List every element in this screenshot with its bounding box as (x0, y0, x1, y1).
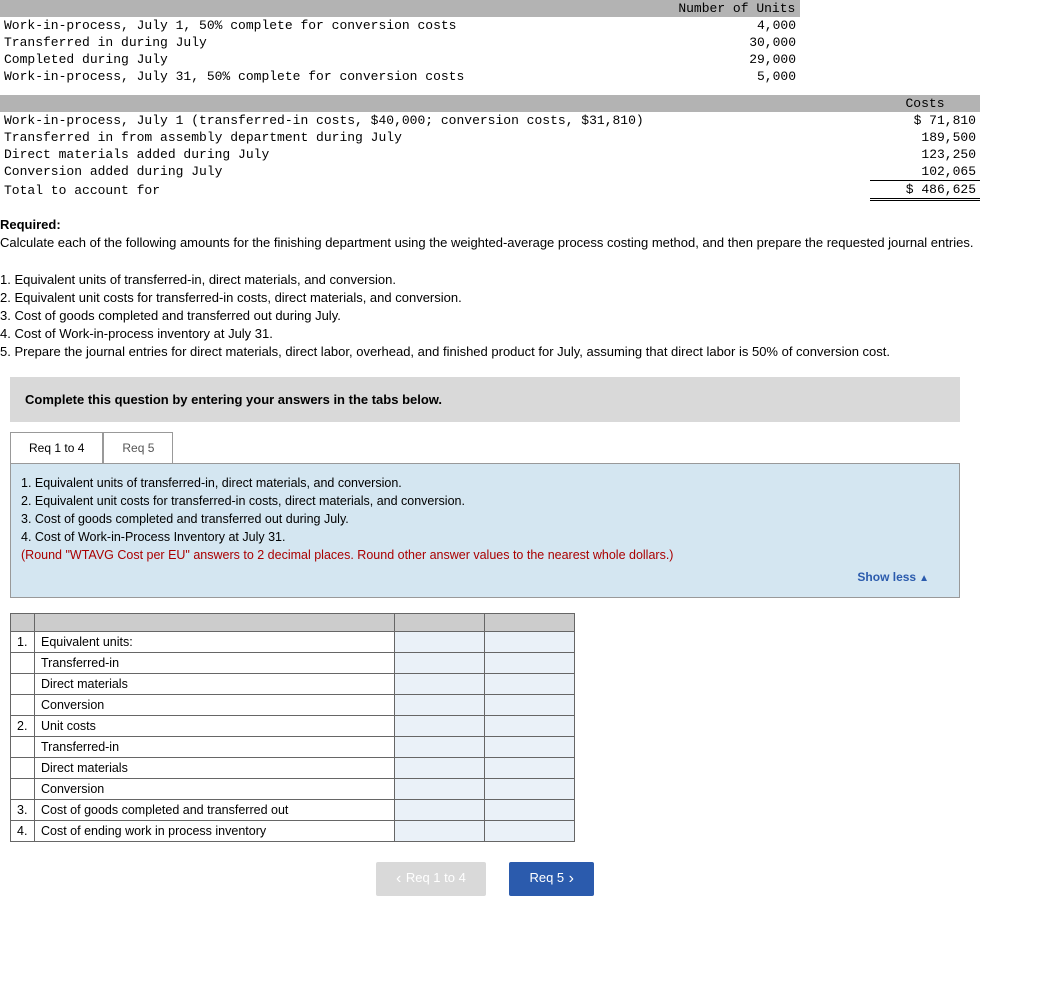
next-button[interactable]: Req 5 (509, 862, 593, 896)
input-eu-ti[interactable] (395, 652, 485, 673)
input-eu-conv[interactable] (395, 694, 485, 715)
input-eu-dm[interactable] (395, 673, 485, 694)
input-cogcto[interactable] (395, 799, 485, 820)
input-eu-blank2[interactable] (485, 631, 575, 652)
tabs-row: Req 1 to 4Req 5 (10, 432, 1048, 463)
input-eu-conv2[interactable] (485, 694, 575, 715)
input-uc-ti2[interactable] (485, 736, 575, 757)
show-less-toggle[interactable]: Show less (21, 569, 949, 587)
input-uc-conv[interactable] (395, 778, 485, 799)
costs-table: Costs Work-in-process, July 1 (transferr… (0, 95, 980, 201)
input-uc-conv2[interactable] (485, 778, 575, 799)
input-endwip[interactable] (395, 820, 485, 841)
input-uc-dm2[interactable] (485, 757, 575, 778)
tab-req-1-4[interactable]: Req 1 to 4 (10, 432, 103, 463)
required-section: Required: Calculate each of the followin… (0, 211, 1048, 367)
answers-table: 1.Equivalent units: Transferred-in Direc… (10, 613, 575, 842)
required-intro: Calculate each of the following amounts … (0, 234, 1048, 252)
input-uc-ti[interactable] (395, 736, 485, 757)
units-table: Number of Units Work-in-process, July 1,… (0, 0, 800, 85)
input-uc-blank2[interactable] (485, 715, 575, 736)
input-endwip2[interactable] (485, 820, 575, 841)
input-eu-ti2[interactable] (485, 652, 575, 673)
input-eu-dm2[interactable] (485, 673, 575, 694)
input-uc-dm[interactable] (395, 757, 485, 778)
instruction-box: Complete this question by entering your … (10, 377, 960, 422)
tab-instructions-panel: 1. Equivalent units of transferred-in, d… (10, 463, 960, 598)
nav-buttons: Req 1 to 4 Req 5 (10, 862, 960, 896)
chevron-right-icon (564, 870, 574, 885)
chevron-left-icon (396, 870, 406, 885)
input-eu-blank[interactable] (395, 631, 485, 652)
tab-req-5[interactable]: Req 5 (103, 432, 173, 463)
prev-button[interactable]: Req 1 to 4 (376, 862, 486, 896)
required-heading: Required: (0, 217, 61, 232)
costs-header: Costs (870, 95, 980, 112)
input-cogcto2[interactable] (485, 799, 575, 820)
chevron-up-icon (916, 570, 929, 584)
input-uc-blank[interactable] (395, 715, 485, 736)
units-header: Number of Units (674, 0, 800, 17)
